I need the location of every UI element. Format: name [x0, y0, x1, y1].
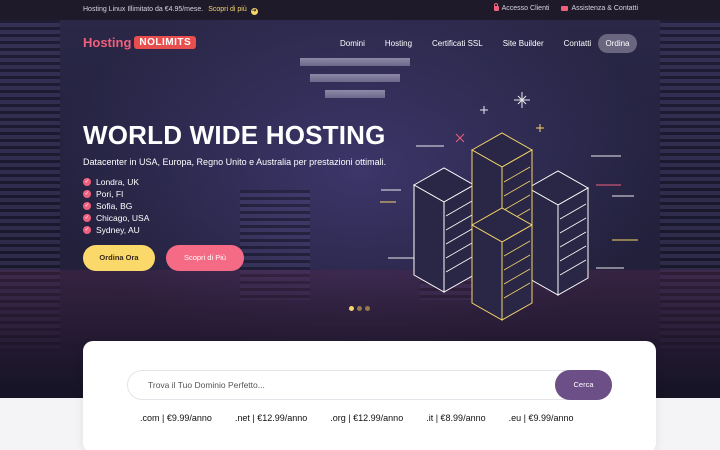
mail-icon [561, 6, 569, 11]
nav-item-hosting[interactable]: Hosting [385, 39, 412, 48]
list-item: ✓ Sydney, AU [83, 224, 149, 236]
location-label: Pori, FI [96, 189, 124, 199]
list-item: ✓ Londra, UK [83, 176, 149, 188]
check-icon: ✓ [83, 214, 91, 222]
hero-subtitle: Datacenter in USA, Europa, Regno Unito e… [83, 157, 387, 167]
domain-search-box: Cerca [127, 370, 612, 400]
list-item: ✓ Pori, FI [83, 188, 149, 200]
nav-item-domini[interactable]: Domini [340, 39, 365, 48]
promo-banner: Hosting Linux Illimitato da €4.95/mese. … [83, 6, 258, 15]
tld-price: .it | €8.99/anno [426, 413, 486, 423]
domain-search-input[interactable] [148, 371, 538, 399]
tld-price: .com | €9.99/anno [140, 413, 212, 423]
logo-word-nolimits: NOLIMITS [134, 35, 197, 49]
location-list: ✓ Londra, UK ✓ Pori, FI ✓ Sofia, BG ✓ Chicag… [83, 176, 149, 236]
ceiling-light [300, 58, 410, 66]
top-bar: Hosting Linux Illimitato da €4.95/mese. … [0, 0, 720, 20]
tld-price: .org | €12.99/anno [330, 413, 404, 423]
check-icon: ✓ [83, 178, 91, 186]
order-now-button[interactable]: Ordina Ora [83, 245, 155, 271]
nav-item-site-builder[interactable]: Site Builder [503, 39, 544, 48]
lock-icon [493, 3, 499, 11]
ceiling-light [310, 74, 400, 82]
hero-title: WORLD WIDE HOSTING [83, 120, 386, 150]
servers-illustration-icon [380, 92, 638, 321]
nav-item-ssl[interactable]: Certificati SSL [432, 39, 483, 48]
tld-price: .net | €12.99/anno [234, 413, 308, 423]
site-logo[interactable]: Hosting NOLIMITS [83, 34, 197, 50]
list-item: ✓ Chicago, USA [83, 212, 149, 224]
tld-price-list: .com | €9.99/anno .net | €12.99/anno .or… [140, 413, 597, 423]
slider-dots [349, 306, 370, 311]
location-label: Chicago, USA [96, 213, 150, 223]
slider-dot[interactable] [349, 306, 354, 311]
order-nav-button[interactable]: Ordina [598, 34, 637, 53]
arrow-circle-icon[interactable]: ➜ [250, 8, 258, 15]
domain-search-card: Cerca .com | €9.99/anno .net | €12.99/an… [83, 341, 656, 450]
search-button[interactable]: Cerca [555, 370, 612, 400]
promo-text: Hosting Linux Illimitato da €4.95/mese. [83, 6, 204, 13]
location-label: Sofia, BG [96, 201, 133, 211]
client-area-link[interactable]: Accesso Clienti [493, 3, 550, 12]
check-icon: ✓ [83, 190, 91, 198]
top-links: Accesso Clienti Assistenza & Contatti [493, 3, 638, 12]
check-icon: ✓ [83, 202, 91, 210]
slider-dot[interactable] [357, 306, 362, 311]
promo-link[interactable]: Scopri di più [208, 6, 247, 13]
nav-item-contatti[interactable]: Contatti [564, 39, 592, 48]
logo-word-hosting: Hosting [83, 34, 132, 50]
tld-price: .eu | €9.99/anno [508, 413, 574, 423]
support-label: Assistenza & Contatti [571, 5, 638, 12]
learn-more-button[interactable]: Scopri di Più [166, 245, 244, 271]
list-item: ✓ Sofia, BG [83, 200, 149, 212]
location-label: Londra, UK [96, 177, 139, 187]
support-link[interactable]: Assistenza & Contatti [561, 5, 638, 12]
slider-dot[interactable] [365, 306, 370, 311]
location-label: Sydney, AU [96, 225, 140, 235]
client-area-label: Accesso Clienti [501, 5, 550, 12]
main-nav: Domini Hosting Certificati SSL Site Buil… [340, 39, 611, 48]
check-icon: ✓ [83, 226, 91, 234]
